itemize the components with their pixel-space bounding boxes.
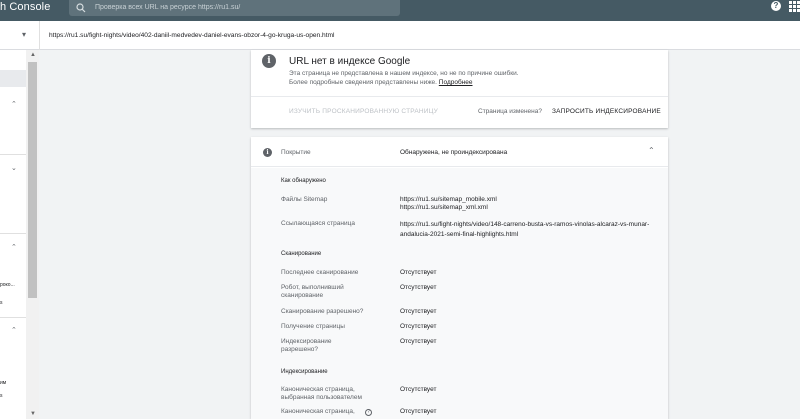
help-circle-icon[interactable]: ? <box>364 409 372 416</box>
sidebar: ⌃ ⌄ ⌃ роко... s ⌃ им s ▲ ▼ <box>0 50 39 419</box>
crawl-row-value: Отсутствует <box>400 323 437 330</box>
apps-grid-icon[interactable] <box>789 1 800 12</box>
learn-more-link[interactable]: Подробнее <box>439 79 473 86</box>
inspected-url: https://ru1.su/fight-nights/video/402-da… <box>49 32 335 39</box>
referring-page-label: Ссылающаяся страница <box>281 220 355 227</box>
sitemap-url[interactable]: https://ru1.su/sitemap_mobile.xml <box>400 196 662 204</box>
crawl-row-label: Последнее сканирование <box>281 269 359 276</box>
sidebar-section-chevron-icon[interactable]: ⌄ <box>11 164 17 172</box>
section-title-discovery: Как обнаружено <box>281 178 326 184</box>
crawl-row-value: Отсутствует <box>400 284 437 291</box>
help-icon[interactable]: ? <box>771 1 781 11</box>
sidebar-item-label[interactable]: роко... <box>0 282 15 288</box>
info-icon: i <box>263 148 272 157</box>
coverage-status: Обнаружена, не проиндексирована <box>400 149 508 156</box>
scrollbar-thumb[interactable] <box>28 62 37 298</box>
sidebar-divider <box>0 154 26 155</box>
info-icon: i <box>262 54 276 68</box>
scroll-up-arrow-icon[interactable]: ▲ <box>30 52 36 58</box>
property-selector-chevron-icon[interactable]: ▾ <box>22 30 26 39</box>
sidebar-divider <box>0 317 26 318</box>
sidebar-item-label[interactable]: s <box>0 300 3 306</box>
indexing-row-label: Каноническая страница, выбранная пользов… <box>281 386 362 401</box>
sidebar-section-chevron-icon[interactable]: ⌃ <box>11 100 17 108</box>
inspect-crawled-page-button[interactable]: ИЗУЧИТЬ ПРОСКАНИРОВАННУЮ СТРАНИЦУ <box>289 108 438 115</box>
crawl-row-label: Сканирование разрешено? <box>281 308 364 315</box>
sidebar-item-label[interactable]: им <box>0 380 6 386</box>
sitemaps-label: Файлы Sitemap <box>281 196 328 203</box>
sidebar-section-chevron-icon[interactable]: ⌃ <box>11 326 17 334</box>
indexing-row-value: Отсутствует <box>400 408 437 415</box>
url-search-box[interactable] <box>69 0 400 16</box>
description-line: Эта страница не представлена в нашем инд… <box>289 70 519 77</box>
scroll-down-arrow-icon[interactable]: ▼ <box>30 411 36 417</box>
section-title-crawl: Сканирование <box>281 251 322 257</box>
description-text: Более подробные сведения представлены ни… <box>289 79 437 86</box>
crawl-row-value: Отсутствует <box>400 338 437 345</box>
url-search-input[interactable] <box>95 1 395 14</box>
crawl-row-label: Индексирование разрешено? <box>281 338 332 353</box>
app-title: h Console <box>0 1 51 13</box>
card-divider <box>251 96 668 97</box>
collapse-chevron-icon[interactable]: ⌃ <box>648 146 655 155</box>
coverage-card: i Покрытие Обнаружена, не проиндексирова… <box>251 137 668 419</box>
crawl-row-label: Получение страницы <box>281 323 345 330</box>
indexing-row-label: Каноническая страница,? <box>281 408 391 416</box>
indexing-row-value: Отсутствует <box>400 386 437 393</box>
referring-page-url[interactable]: https://ru1.su/fight-nights/video/148-ca… <box>400 220 662 239</box>
sidebar-scrollbar[interactable]: ▲ ▼ <box>26 50 39 419</box>
crawl-row-label: Робот, выполнивший сканирование <box>281 284 344 299</box>
top-app-bar: h Console ? <box>0 0 800 21</box>
crawl-row-value: Отсутствует <box>400 308 437 315</box>
sidebar-item-selected[interactable] <box>0 70 26 87</box>
page-changed-label: Страница изменена? <box>478 108 542 115</box>
inspected-url-bar: ▾ https://ru1.su/fight-nights/video/402-… <box>0 21 800 50</box>
sitemaps-value: https://ru1.su/sitemap_mobile.xml https:… <box>400 196 662 212</box>
description-line: Более подробные сведения представлены ни… <box>289 78 519 87</box>
search-icon <box>76 3 86 13</box>
request-indexing-button[interactable]: ЗАПРОСИТЬ ИНДЕКСИРОВАНИЕ <box>552 108 661 115</box>
indexing-row-label-text: Каноническая страница, <box>281 408 355 415</box>
coverage-details: Как обнаружено Файлы Sitemap https://ru1… <box>251 168 668 419</box>
index-status-heading: URL нет в индексе Google <box>289 56 411 67</box>
urlbar-divider <box>39 21 40 50</box>
index-status-description: Эта страница не представлена в нашем инд… <box>289 69 519 87</box>
coverage-header[interactable]: i Покрытие Обнаружена, не проиндексирова… <box>251 137 668 167</box>
section-title-indexing: Индексирование <box>281 369 328 375</box>
sitemap-url[interactable]: https://ru1.su/sitemap_xml.xml <box>400 204 662 212</box>
sidebar-item-label[interactable]: s <box>0 393 3 399</box>
index-status-card: i URL нет в индексе Google Эта страница … <box>251 50 668 128</box>
crawl-row-value: Отсутствует <box>400 269 437 276</box>
coverage-label: Покрытие <box>281 149 311 156</box>
sidebar-section-chevron-icon[interactable]: ⌃ <box>11 243 17 251</box>
sidebar-divider <box>0 233 26 234</box>
